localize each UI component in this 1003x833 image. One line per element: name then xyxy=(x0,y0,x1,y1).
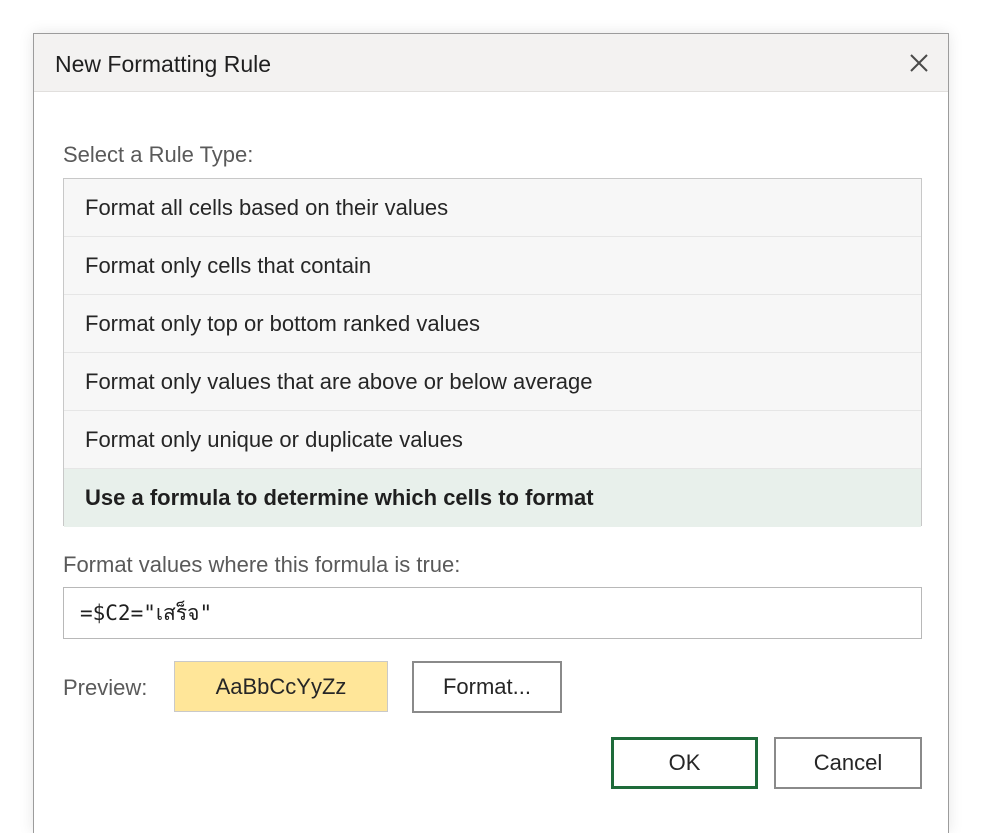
preview-sample: AaBbCcYyZz xyxy=(174,661,388,712)
title-bar: New Formatting Rule xyxy=(34,34,948,92)
close-button[interactable] xyxy=(902,46,936,80)
rule-type-item-above-below-average[interactable]: Format only values that are above or bel… xyxy=(64,353,921,411)
close-icon xyxy=(910,54,928,72)
rule-type-item-cells-contain[interactable]: Format only cells that contain xyxy=(64,237,921,295)
dialog-title: New Formatting Rule xyxy=(55,51,272,77)
rule-type-item-top-bottom[interactable]: Format only top or bottom ranked values xyxy=(64,295,921,353)
rule-type-list: Format all cells based on their values F… xyxy=(63,178,922,527)
preview-label: Preview: xyxy=(63,675,148,700)
new-formatting-rule-dialog: New Formatting Rule Select a Rule Type: … xyxy=(33,33,949,833)
rule-type-item-use-formula[interactable]: Use a formula to determine which cells t… xyxy=(64,469,921,527)
format-button[interactable]: Format... xyxy=(412,661,562,713)
rule-type-item-all-cells[interactable]: Format all cells based on their values xyxy=(64,179,921,237)
rule-type-label: Select a Rule Type: xyxy=(63,142,254,167)
rule-type-item-unique-duplicate[interactable]: Format only unique or duplicate values xyxy=(64,411,921,469)
ok-button[interactable]: OK xyxy=(611,737,758,789)
formula-label: Format values where this formula is true… xyxy=(63,552,461,577)
formula-input[interactable] xyxy=(63,587,922,639)
cancel-button[interactable]: Cancel xyxy=(774,737,922,789)
